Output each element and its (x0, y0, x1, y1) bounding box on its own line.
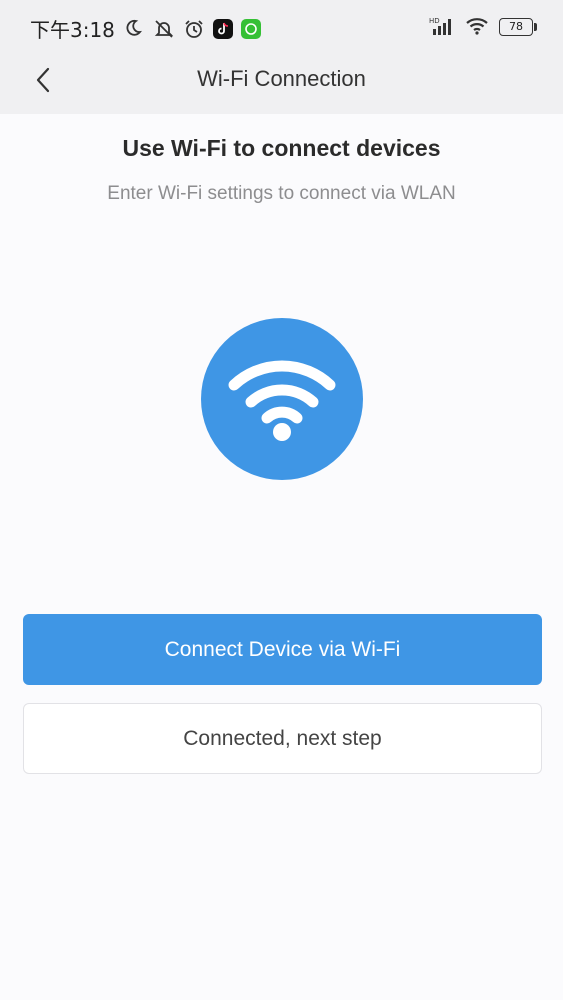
connect-wifi-button[interactable]: Connect Device via Wi-Fi (23, 614, 542, 685)
wifi-illustration (201, 318, 363, 480)
status-right: HD 78 (429, 16, 537, 38)
status-time: 下午3:18 (30, 18, 115, 42)
next-step-button[interactable]: Connected, next step (23, 703, 542, 774)
status-left: 下午3:18 (30, 14, 261, 43)
signal-icon: HD (429, 16, 457, 38)
page-title: Wi-Fi Connection (197, 66, 366, 91)
mute-icon (153, 18, 175, 40)
wifi-status-icon (465, 16, 491, 38)
tiktok-icon (212, 18, 233, 39)
moon-icon (123, 18, 145, 40)
alarm-icon (183, 18, 205, 40)
main-heading: Use Wi-Fi to connect devices (122, 135, 441, 161)
wechat-icon (240, 18, 261, 39)
status-bar: 下午3:18 HD 78 (0, 0, 563, 50)
battery-icon: 78 (499, 18, 537, 36)
svg-text:HD: HD (429, 17, 440, 25)
nav-bar: Wi-Fi Connection (0, 50, 563, 114)
wifi-icon (228, 360, 336, 441)
main-subheading: Enter Wi-Fi settings to connect via WLAN (107, 183, 456, 204)
screen: 下午3:18 HD 78 Wi-Fi Connection Use Wi-Fi … (0, 0, 563, 1000)
